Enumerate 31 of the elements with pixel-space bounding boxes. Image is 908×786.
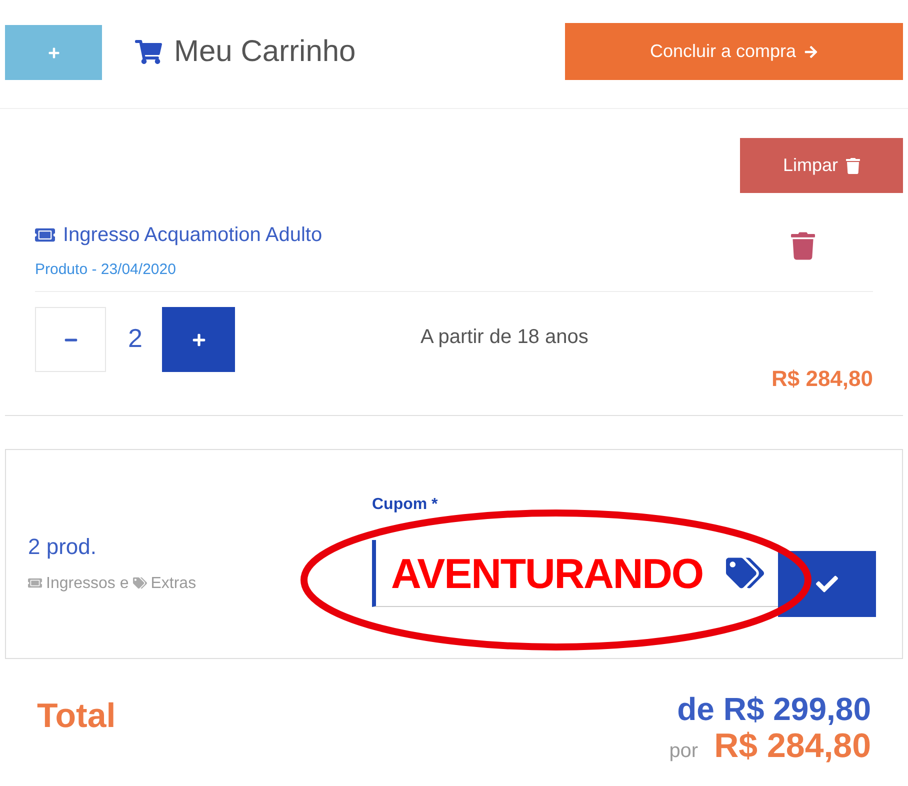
product-subtitle: Produto - 23/04/2020 — [35, 261, 176, 279]
apply-coupon-button[interactable] — [778, 551, 876, 617]
checkout-button[interactable]: Concluir a compra — [565, 23, 903, 80]
trash-icon — [846, 158, 860, 174]
increase-button[interactable] — [162, 307, 236, 372]
category-label: Extras — [150, 574, 196, 592]
product-name[interactable]: Ingresso Acquamotion Adulto — [63, 223, 322, 247]
ticket-icon — [28, 576, 42, 590]
cart-title: Meu Carrinho — [174, 34, 356, 70]
tags-icon — [132, 576, 147, 590]
plus-icon — [48, 46, 60, 58]
quantity-value: 2 — [128, 322, 142, 354]
price-prefix: por — [669, 739, 698, 763]
tags-icon — [726, 557, 764, 589]
add-button[interactable] — [5, 25, 102, 80]
arrow-icon — [804, 44, 818, 58]
delete-button[interactable] — [791, 231, 815, 261]
check-icon — [814, 573, 840, 595]
item-price: R$ 284,80 — [771, 365, 873, 392]
plus-icon — [192, 332, 206, 346]
product-count: 2 prod. — [28, 534, 96, 560]
clear-button[interactable]: Limpar — [740, 138, 903, 193]
category-label: Ingressos e — [46, 574, 129, 592]
total-price: R$ 284,80 — [714, 727, 871, 765]
cart-icon — [135, 40, 162, 64]
decrease-button[interactable] — [35, 307, 106, 372]
age-description: A partir de 18 anos — [420, 325, 588, 349]
total-label: Total — [37, 696, 116, 736]
original-price: de R$ 299,80 — [677, 691, 871, 727]
trash-icon — [791, 231, 815, 261]
coupon-label: Cupom * — [372, 495, 438, 514]
